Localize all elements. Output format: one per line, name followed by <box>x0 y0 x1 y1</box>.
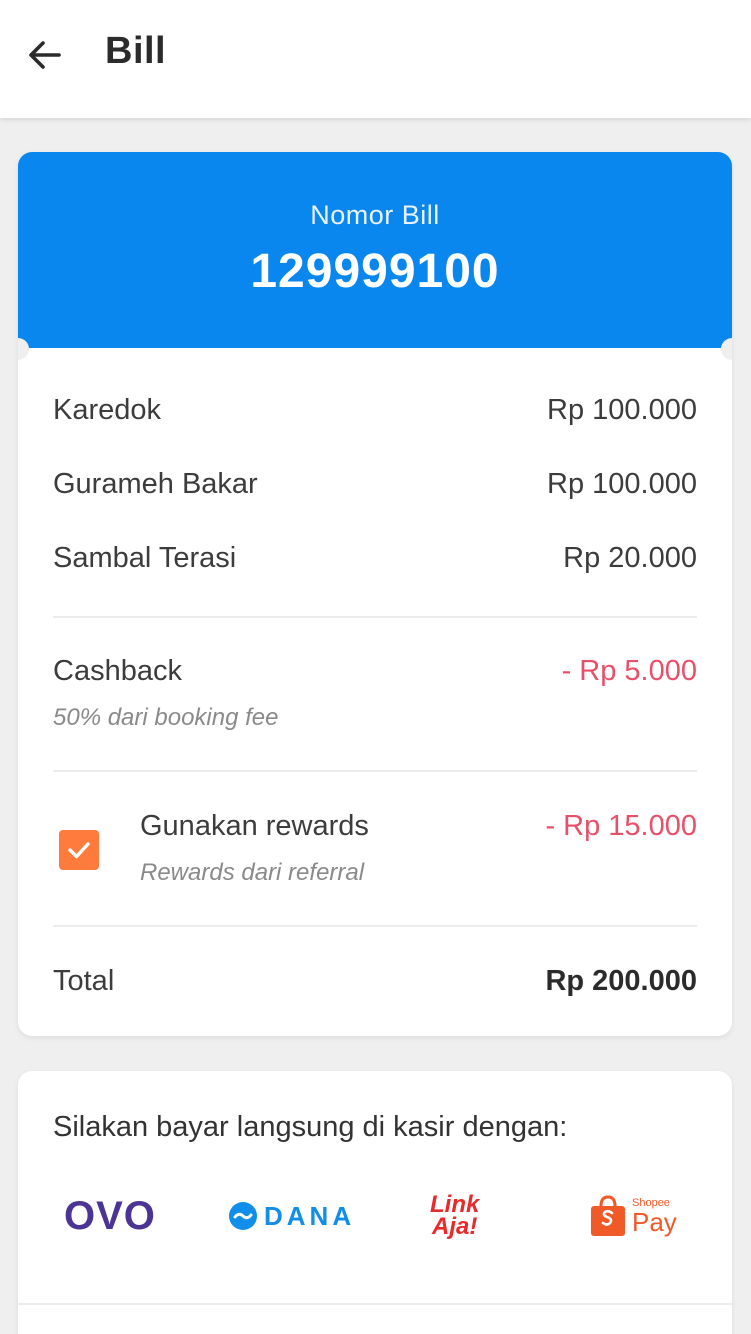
shopeepay-words: Shopee Pay <box>632 1197 677 1237</box>
shopee-bag-icon <box>591 1195 625 1236</box>
cashback-amount: - Rp 5.000 <box>561 655 697 687</box>
line-item: Sambal Terasi Rp 20.000 <box>53 542 697 575</box>
linkaja-logo-line2: Aja! <box>432 1213 478 1240</box>
dana-logo-icon: DANA <box>228 1183 355 1249</box>
payment-title: Silakan bayar langsung di kasir dengan: <box>53 1111 568 1143</box>
dana-mark-icon <box>229 1202 257 1230</box>
item-price: Rp 20.000 <box>563 542 697 574</box>
shopeepay-logo-icon: Shopee Pay <box>588 1183 677 1249</box>
line-item: Gurameh Bakar Rp 100.000 <box>53 468 697 501</box>
item-name: Karedok <box>53 394 162 426</box>
shopeepay-logo-line2: Pay <box>632 1206 677 1237</box>
line-item: Karedok Rp 100.000 <box>53 394 697 427</box>
app-bar: Bill <box>0 0 751 118</box>
divider <box>18 1303 732 1305</box>
divider <box>53 925 697 927</box>
payment-card: Silakan bayar langsung di kasir dengan: … <box>18 1071 732 1334</box>
bill-number: 129999100 <box>250 245 500 298</box>
item-name: Gurameh Bakar <box>53 468 258 500</box>
cashback-row: Cashback - Rp 5.000 <box>53 655 697 688</box>
total-amount: Rp 200.000 <box>545 965 697 997</box>
rewards-label: Gunakan rewards <box>140 810 369 842</box>
page-title: Bill <box>105 30 167 72</box>
bill-header: Nomor Bill 129999100 <box>18 152 732 348</box>
item-name: Sambal Terasi <box>53 542 237 574</box>
ovo-logo-icon: OVO <box>64 1183 156 1249</box>
dana-logo-text: DANA <box>264 1200 356 1231</box>
item-price: Rp 100.000 <box>547 468 697 500</box>
rewards-note: Rewards dari referral <box>140 859 365 886</box>
rewards-checkbox[interactable] <box>59 830 99 870</box>
bill-card: Nomor Bill 129999100 Karedok Rp 100.000 … <box>18 152 732 1036</box>
cashback-label: Cashback <box>53 655 182 687</box>
bill-number-label: Nomor Bill <box>310 200 440 230</box>
item-price: Rp 100.000 <box>547 394 697 426</box>
check-icon <box>68 842 90 859</box>
rewards-amount: - Rp 15.000 <box>545 810 697 842</box>
ovo-logo-text: OVO <box>64 1193 156 1238</box>
divider <box>53 616 697 618</box>
back-button[interactable] <box>22 32 68 78</box>
linkaja-logo-icon: Link Aja! <box>430 1183 479 1249</box>
divider <box>53 770 697 772</box>
total-row: Total Rp 200.000 <box>53 965 697 998</box>
total-label: Total <box>53 965 115 997</box>
cashback-note: 50% dari booking fee <box>53 704 279 731</box>
rewards-row: Gunakan rewards - Rp 15.000 <box>140 810 697 843</box>
ticket-notch <box>721 338 732 360</box>
arrow-left-icon <box>29 41 61 69</box>
